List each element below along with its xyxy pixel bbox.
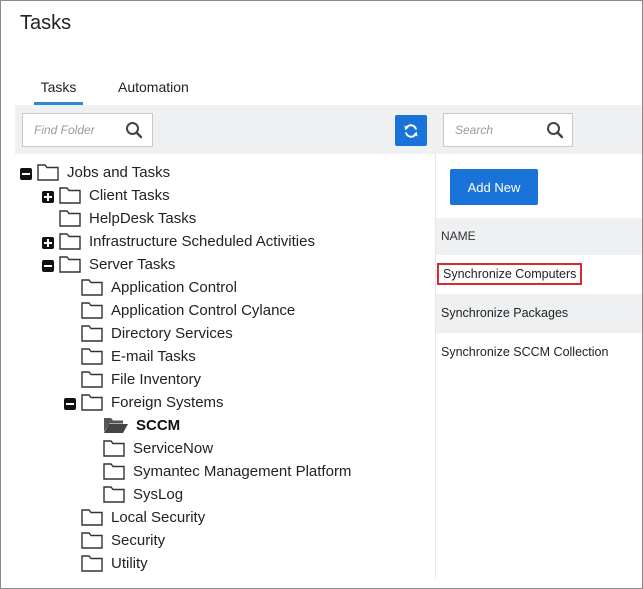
tree-node-label: Local Security [111,509,206,526]
tree-node-label: Security [111,532,166,549]
folder-icon [103,486,125,503]
tree-node-label: Jobs and Tasks [67,164,171,181]
tree-node-label: Client Tasks [89,187,170,204]
tree-node-label: E-mail Tasks [111,348,196,365]
column-header-name[interactable]: NAME [436,218,642,255]
folder-icon [81,394,103,411]
tree-node-label: Server Tasks [89,256,176,273]
task-row-synchronize-sccm-collection[interactable]: Synchronize SCCM Collection [436,333,642,372]
tree-node-label: ServiceNow [133,440,214,457]
page-title: Tasks [20,12,72,34]
task-row-synchronize-computers[interactable]: Synchronize Computers [436,255,642,294]
folder-icon [103,440,125,457]
task-row-synchronize-packages[interactable]: Synchronize Packages [436,294,642,333]
tree-node-label: Infrastructure Scheduled Activities [89,233,315,250]
folder-icon [81,348,103,365]
folder-icon [37,164,59,181]
tree-node-label: Foreign Systems [111,394,224,411]
search-icon[interactable] [125,121,143,139]
tree-node-label: SysLog [133,486,184,503]
collapse-toggle-icon[interactable] [64,398,76,410]
task-name: Synchronize SCCM Collection [441,345,609,359]
refresh-icon [404,123,418,138]
tree-node-label: File Inventory [111,371,202,388]
folder-icon [81,302,103,319]
search-icon[interactable] [546,121,564,139]
task-search-input[interactable] [444,114,540,146]
add-new-button[interactable]: Add New [450,169,538,205]
folder-icon [59,187,81,204]
folder-icon [81,532,103,549]
task-search-box [443,113,573,147]
folder-icon [81,371,103,388]
task-name: Synchronize Computers [436,263,583,285]
tree-node-label: Utility [111,555,148,572]
tasks-window: Tasks Tasks Automation Find Folder Searc… [0,0,643,589]
tree-node-label: HelpDesk Tasks [89,210,197,227]
find-folder-input[interactable] [23,114,119,146]
tree-node-label: Application Control [111,279,237,296]
folder-icon [103,463,125,480]
folder-icon [59,256,81,273]
tree-node-label: Application Control Cylance [111,302,296,319]
toolbar [15,105,642,154]
tab-automation[interactable]: Automation [118,79,189,105]
tree-node-label: Directory Services [111,325,233,342]
expand-toggle-icon[interactable] [42,237,54,249]
folder-icon [81,279,103,296]
folder-icon [81,555,103,572]
folder-icon [59,210,81,227]
collapse-toggle-icon[interactable] [20,168,32,180]
tree-node-label: SCCM [136,417,181,434]
folder-open-icon [104,418,128,433]
expand-toggle-icon[interactable] [42,191,54,203]
folder-icon [81,325,103,342]
folder-icon [81,509,103,526]
folder-icon [59,233,81,250]
tab-tasks[interactable]: Tasks [34,79,83,105]
task-list: NAME Synchronize Computers Synchronize P… [436,218,642,372]
task-name: Synchronize Packages [441,306,569,320]
find-folder-box [22,113,153,147]
tree-node-label: Symantec Management Platform [133,463,352,480]
collapse-toggle-icon[interactable] [42,260,54,272]
refresh-button[interactable] [395,115,427,146]
